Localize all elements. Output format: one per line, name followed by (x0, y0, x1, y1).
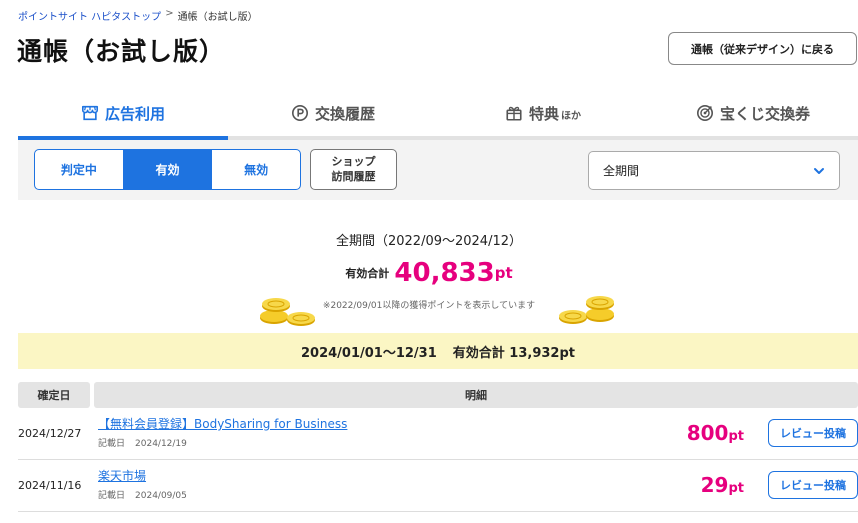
filter-bar: 判定中 有効 無効 ショップ 訪問履歴 全期間 (18, 140, 858, 200)
table-header: 確定日 明細 (18, 382, 858, 408)
coins-icon (260, 298, 315, 326)
year-range: 2024/01/01〜12/31 (300, 345, 437, 361)
record-date: 2024/12/19 (135, 439, 187, 449)
period-select[interactable]: 全期間 (588, 151, 840, 190)
row-ad-link[interactable]: 楽天市場 (98, 467, 146, 484)
status-segmented-control: 判定中 有効 無効 (34, 149, 301, 190)
tab-ad-usage[interactable]: 広告利用 (18, 90, 228, 140)
total-value: 40,833 (394, 258, 495, 288)
year-summary-bar: 2024/01/01〜12/31 有効合計 13,932pt (18, 333, 858, 369)
tab-label: 広告利用 (104, 104, 165, 123)
breadcrumb-separator: > (165, 8, 174, 19)
tab-exchange-history[interactable]: 交換履歴 (228, 90, 438, 136)
shop-button-line1: ショップ (331, 154, 376, 168)
segment-pending[interactable]: 判定中 (35, 150, 124, 189)
tab-label: 特典 (528, 104, 559, 123)
row-ad-link[interactable]: 【無料会員登録】BodySharing for Business (98, 415, 347, 432)
row-record-date: 記載日 2024/09/05 (98, 488, 187, 501)
total-points: 有効合計 40,833pt (0, 258, 858, 288)
tab-label-suffix: ほか (561, 111, 581, 122)
period-select-value: 全期間 (603, 164, 640, 178)
row-date: 2024/11/16 (18, 479, 82, 492)
breadcrumb: ポイントサイト ハピタストップ > 通帳（お試し版） (18, 8, 258, 23)
chevron-down-icon (814, 168, 824, 174)
points-value: 29 (700, 473, 729, 497)
points-unit: pt (728, 429, 744, 444)
target-icon (696, 104, 713, 122)
page-title: 通帳（お試し版） (17, 37, 226, 66)
gift-box-icon (506, 106, 522, 121)
points-unit: pt (728, 481, 744, 496)
total-label: 有効合計 (345, 267, 390, 280)
table-row: 2024/12/27 【無料会員登録】BodySharing for Busin… (18, 408, 858, 460)
shop-icon (81, 105, 98, 121)
year-total: 有効合計 13,932pt (452, 345, 575, 361)
row-date: 2024/12/27 (18, 427, 82, 440)
row-points: 29pt (701, 473, 744, 497)
tab-label: 交換履歴 (314, 104, 375, 123)
breadcrumb-home-link[interactable]: ポイントサイト ハピタストップ (18, 8, 161, 23)
row-points: 800pt (687, 421, 744, 445)
review-button[interactable]: レビュー投稿 (768, 471, 858, 499)
review-button[interactable]: レビュー投稿 (768, 419, 858, 447)
table-row: 2024/11/16 楽天市場 記載日 2024/09/05 29pt レビュー投… (18, 460, 858, 512)
tab-label: 宝くじ交換券 (719, 104, 810, 123)
coins-icon (559, 296, 614, 324)
point-exchange-icon (291, 104, 308, 122)
shop-button-line2: 訪問履歴 (331, 169, 376, 183)
summary-period: 全期間（2022/09〜2024/12） (335, 234, 522, 249)
record-label: 記載日 (98, 491, 126, 501)
shop-visit-history-button[interactable]: ショップ 訪問履歴 (310, 149, 397, 190)
tab-bar: 広告利用 交換履歴 特典 ほか 宝くじ交換券 (18, 90, 858, 140)
breadcrumb-current: 通帳（お試し版） (177, 12, 258, 23)
tab-lottery-ticket[interactable]: 宝くじ交換券 (648, 90, 858, 136)
summary-note: ※2022/09/01以降の獲得ポイントを表示しています (322, 301, 536, 311)
row-record-date: 記載日 2024/12/19 (98, 436, 187, 449)
column-header-date: 確定日 (18, 382, 90, 408)
segment-invalid[interactable]: 無効 (212, 150, 300, 189)
back-to-classic-button[interactable]: 通帳（従来デザイン）に戻る (668, 32, 857, 65)
segment-valid[interactable]: 有効 (123, 150, 213, 189)
points-value: 800 (686, 421, 729, 445)
record-date: 2024/09/05 (135, 491, 187, 501)
total-unit: pt (494, 264, 513, 282)
column-header-detail: 明細 (94, 382, 858, 408)
record-label: 記載日 (98, 439, 126, 449)
tab-benefits[interactable]: 特典 ほか (438, 90, 648, 136)
